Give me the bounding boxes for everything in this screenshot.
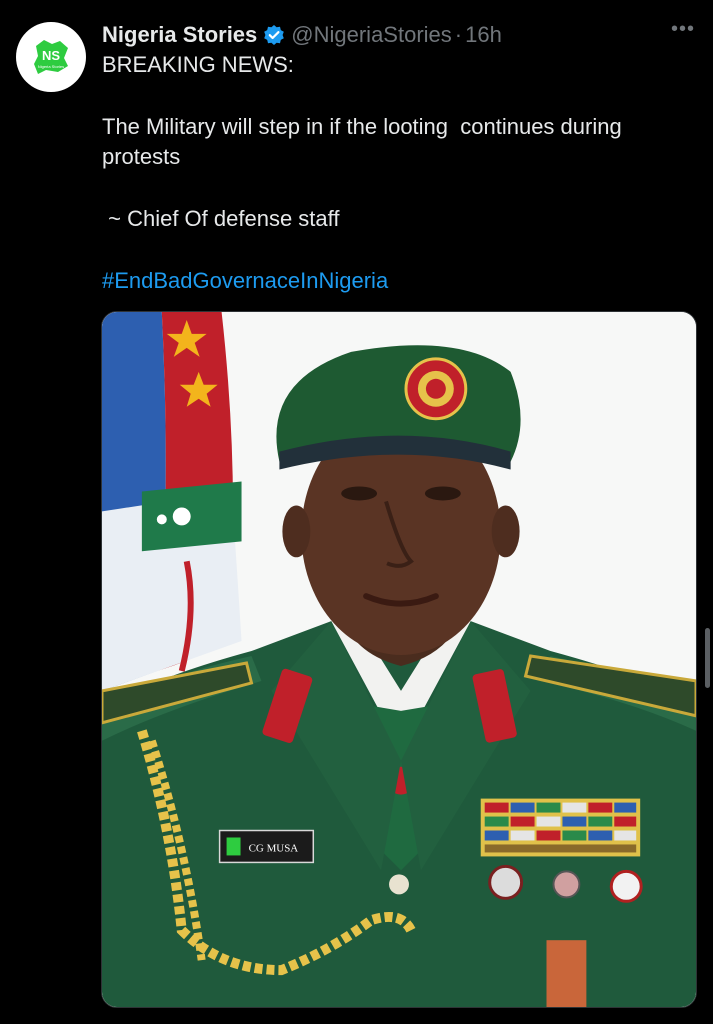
medal-ribbons [480,798,641,857]
tweet-text-line-2: The Military will step in if the looting… [102,114,628,169]
logo-caption: Nigeria Stories [38,64,64,69]
portrait-illustration: CG MUSA [102,312,696,1007]
tweet-text-line-3: ~ Chief Of defense staff [102,206,340,231]
more-options-icon[interactable]: ••• [671,18,695,41]
separator-dot: · [454,22,463,47]
tweet-timestamp[interactable]: 16h [465,22,502,48]
tweet-card[interactable]: NS Nigeria Stories Nigeria Stories @Nige… [0,0,713,1024]
logo-initials: NS [42,48,60,63]
uniform-name-tag: CG MUSA [249,842,299,854]
flag-graphic [102,312,242,691]
nigeria-stories-logo-icon: NS Nigeria Stories [34,40,68,74]
tweet-media-image[interactable]: CG MUSA [101,311,697,1008]
scrollbar-thumb[interactable] [705,628,710,688]
hashtag-link[interactable]: #EndBadGovernaceInNigeria [102,266,388,296]
tweet-header: Nigeria Stories @NigeriaStories · 16h [102,18,693,52]
author-avatar[interactable]: NS Nigeria Stories [16,22,86,92]
verified-badge-icon[interactable] [263,24,285,46]
tweet-text-line-1: BREAKING NEWS: [102,52,294,77]
author-handle[interactable]: @NigeriaStories [291,22,452,48]
author-name[interactable]: Nigeria Stories [102,22,257,48]
